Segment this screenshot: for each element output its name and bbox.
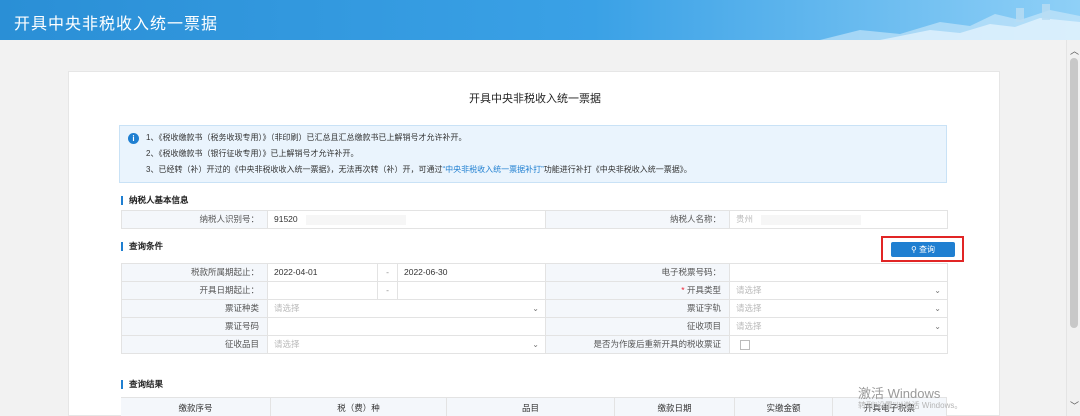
scrollbar-thumb[interactable] [1070, 58, 1078, 328]
e-ticket-number-label: 电子税票号码： [546, 264, 730, 282]
results-table-header: 缴款序号 税（费）种 品目 缴款日期 实缴金额 开具电子税票 [121, 397, 947, 416]
taxpayer-name-text: 贵州 [736, 214, 754, 224]
app-title: 开具中央非税收入统一票据 [14, 16, 219, 33]
chevron-down-icon: ⌄ [934, 286, 941, 295]
taxpayer-id-label: 纳税人识别号： [122, 211, 268, 229]
redacted-block [305, 214, 406, 225]
chevron-down-icon: ⌄ [934, 322, 941, 331]
section-query-results: 查询结果 [121, 380, 163, 389]
issue-type-label-text: 开具类型 [686, 285, 721, 295]
ticket-kind-placeholder: 请选择 [274, 303, 300, 313]
query-row-1: 税款所属期起止： 2022-04-01 - 2022-06-30 电子税票号码： [122, 264, 948, 282]
column-header: 缴款日期 [615, 398, 735, 416]
levy-item-label: 征收项目 [546, 318, 730, 336]
scroll-up-icon[interactable]: ︿ [1070, 44, 1079, 57]
query-button-label: 查询 [919, 245, 936, 254]
main-card: 开具中央非税收入统一票据 i 1、《税收缴款书（税务收现专用）》（非印刷）已汇总… [68, 71, 1000, 416]
query-row-5: 征收品目 请选择 ⌄ 是否为作废后重新开具的税收票证 [122, 336, 948, 354]
top-banner: 开具中央非税收入统一票据 [0, 0, 1080, 40]
query-row-2: 开具日期起止： - * 开具类型 请选择 ⌄ [122, 282, 948, 300]
ticket-kind-select[interactable]: 请选择 ⌄ [268, 300, 546, 318]
taxpayer-id-value: 91520 [268, 211, 546, 229]
ticket-number-input[interactable] [268, 318, 546, 336]
reissue-cell [730, 336, 948, 354]
issue-date-start-input[interactable] [268, 282, 378, 300]
reprint-link[interactable]: “中央非税收入统一票据补打” [442, 165, 543, 174]
column-header: 品目 [447, 398, 615, 416]
section-taxpayer-info: 纳税人基本信息 [121, 196, 189, 205]
notice-line-3-prefix: 3、已经转（补）开过的《中央非税收收入统一票据》，无法再次转（补）开，可通过 [146, 165, 443, 174]
great-wall-decoration [820, 4, 1080, 40]
required-marker: * [681, 285, 685, 295]
taxpayer-name-value: 贵州 [730, 211, 948, 229]
query-conditions-grid: 税款所属期起止： 2022-04-01 - 2022-06-30 电子税票号码：… [121, 263, 948, 354]
ticket-word-label: 票证字轨 [546, 300, 730, 318]
issue-type-placeholder: 请选择 [736, 285, 762, 295]
search-icon: ⚲ [910, 245, 917, 254]
ticket-number-label: 票证号码 [122, 318, 268, 336]
column-header: 缴款序号 [121, 398, 271, 416]
taxpayer-name-label: 纳税人名称： [546, 211, 730, 229]
levy-sub-item-select[interactable]: 请选择 ⌄ [268, 336, 546, 354]
column-header: 实缴金额 [735, 398, 833, 416]
scroll-down-icon[interactable]: ﹀ [1070, 399, 1079, 412]
reissue-label: 是否为作废后重新开具的税收票证 [546, 336, 730, 354]
section-query-conditions: 查询条件 [121, 242, 163, 251]
notice-line-2: 2、《税收缴款书（银行征收专用）》已上解销号才允许补开。 [146, 149, 359, 158]
ticket-word-select[interactable]: 请选择 ⌄ [730, 300, 948, 318]
tax-period-label: 税款所属期起止： [122, 264, 268, 282]
issue-type-label: * 开具类型 [546, 282, 730, 300]
redacted-block [761, 214, 862, 225]
column-header: 税（费）种 [271, 398, 447, 416]
chevron-down-icon: ⌄ [532, 304, 539, 313]
issue-date-label: 开具日期起止： [122, 282, 268, 300]
query-button[interactable]: ⚲ 查询 [891, 242, 955, 257]
page-scrollbar[interactable]: ︿ ﹀ [1066, 40, 1080, 416]
query-row-3: 票证种类 请选择 ⌄ 票证字轨 请选择 ⌄ [122, 300, 948, 318]
chevron-down-icon: ⌄ [532, 340, 539, 349]
reissue-checkbox[interactable] [740, 339, 750, 350]
ticket-word-placeholder: 请选择 [736, 303, 762, 313]
notice-line-3: 3、已经转（补）开过的《中央非税收收入统一票据》，无法再次转（补）开，可通过“中… [146, 164, 692, 175]
tax-period-end-input[interactable]: 2022-06-30 [398, 264, 546, 282]
page-title: 开具中央非税收入统一票据 [469, 93, 601, 105]
issue-type-select[interactable]: 请选择 ⌄ [730, 282, 948, 300]
tax-period-start-input[interactable]: 2022-04-01 [268, 264, 378, 282]
levy-item-select[interactable]: 请选择 ⌄ [730, 318, 948, 336]
tax-period-dash: - [378, 264, 398, 282]
taxpayer-info-grid: 纳税人识别号： 91520 纳税人名称： 贵州 [121, 210, 948, 229]
info-icon: i [128, 133, 139, 144]
query-highlight-box: ⚲ 查询 [881, 236, 964, 262]
levy-item-placeholder: 请选择 [736, 321, 762, 331]
issue-date-dash: - [378, 282, 398, 300]
levy-sub-item-placeholder: 请选择 [274, 339, 300, 349]
issue-date-end-input[interactable] [398, 282, 546, 300]
taxpayer-id-text: 91520 [274, 214, 298, 224]
query-row-4: 票证号码 征收项目 请选择 ⌄ [122, 318, 948, 336]
e-ticket-number-input[interactable] [730, 264, 948, 282]
notice-box: i 1、《税收缴款书（税务收现专用）》（非印刷）已汇总且汇总缴款书已上解销号才允… [119, 125, 947, 183]
notice-line-1: 1、《税收缴款书（税务收现专用）》（非印刷）已汇总且汇总缴款书已上解销号才允许补… [146, 133, 467, 142]
levy-sub-item-label: 征收品目 [122, 336, 268, 354]
notice-line-3-suffix: 功能进行补打《中央非税收入统一票据》。 [543, 165, 692, 174]
windows-activation-hint: 转到"设置"以激活 Windows。 [858, 401, 963, 410]
ticket-kind-label: 票证种类 [122, 300, 268, 318]
chevron-down-icon: ⌄ [934, 304, 941, 313]
